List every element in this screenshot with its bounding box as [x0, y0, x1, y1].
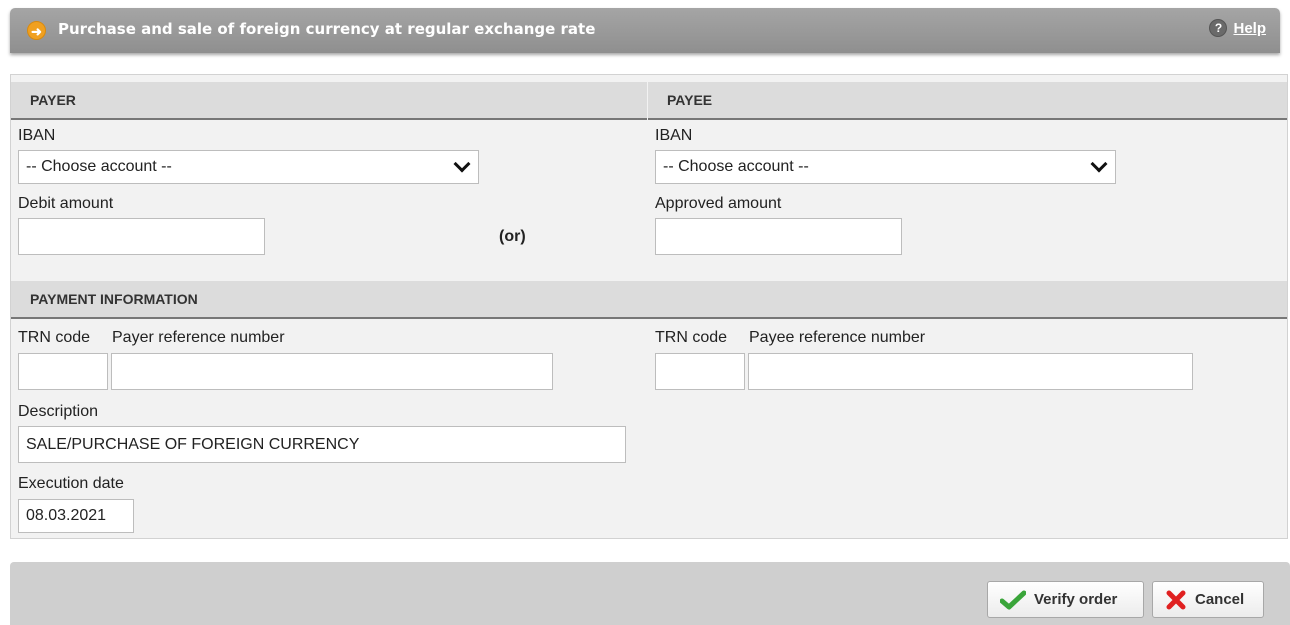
- payer-account-select-value: -- Choose account --: [26, 158, 172, 175]
- payee-reference-label: Payee reference number: [749, 329, 926, 346]
- payer-reference-input[interactable]: [111, 353, 553, 390]
- payee-iban-label: IBAN: [655, 127, 693, 144]
- chevron-down-icon: [1090, 155, 1108, 173]
- payer-trn-input[interactable]: [18, 353, 108, 390]
- payer-reference-label: Payer reference number: [112, 329, 285, 346]
- verify-order-label: Verify order: [1034, 591, 1118, 608]
- cancel-button[interactable]: Cancel: [1152, 581, 1264, 618]
- payee-trn-label: TRN code: [655, 329, 728, 346]
- payee-account-select-value: -- Choose account --: [663, 158, 809, 175]
- arrow-right-icon: ➜: [27, 21, 46, 40]
- check-icon: [1000, 590, 1026, 609]
- question-icon[interactable]: ?: [1209, 19, 1228, 37]
- description-input[interactable]: SALE/PURCHASE OF FOREIGN CURRENCY: [18, 426, 626, 463]
- order-form-panel: PAYER PAYEE IBAN -- Choose account -- De…: [10, 74, 1288, 539]
- description-label: Description: [18, 403, 99, 420]
- cancel-label: Cancel: [1195, 591, 1245, 608]
- payee-trn-input[interactable]: [655, 353, 745, 390]
- action-bar: Verify order Cancel: [10, 562, 1290, 625]
- payer-iban-label: IBAN: [18, 127, 56, 144]
- payment-information-header: PAYMENT INFORMATION: [11, 281, 1287, 319]
- title-bar: ➜ Purchase and sale of foreign currency …: [10, 8, 1280, 53]
- approved-amount-input[interactable]: [655, 218, 902, 255]
- help-link[interactable]: Help: [1233, 20, 1266, 37]
- help-link-group[interactable]: ? Help: [1209, 19, 1266, 37]
- payee-section-header: PAYEE: [648, 82, 1287, 120]
- payee-account-select[interactable]: -- Choose account --: [655, 150, 1116, 184]
- payer-account-select[interactable]: -- Choose account --: [18, 150, 479, 184]
- payer-trn-label: TRN code: [18, 329, 91, 346]
- execution-date-input[interactable]: 08.03.2021: [18, 499, 134, 533]
- debit-amount-input[interactable]: [18, 218, 265, 255]
- payee-reference-input[interactable]: [748, 353, 1193, 390]
- close-icon: [1166, 590, 1186, 609]
- page-title: Purchase and sale of foreign currency at…: [58, 20, 596, 38]
- approved-amount-label: Approved amount: [655, 195, 782, 212]
- chevron-down-icon: [453, 155, 471, 173]
- debit-amount-label: Debit amount: [18, 195, 114, 212]
- or-separator: (or): [499, 228, 526, 245]
- verify-order-button[interactable]: Verify order: [987, 581, 1144, 618]
- payer-section-header: PAYER: [11, 82, 647, 120]
- execution-date-label: Execution date: [18, 475, 124, 492]
